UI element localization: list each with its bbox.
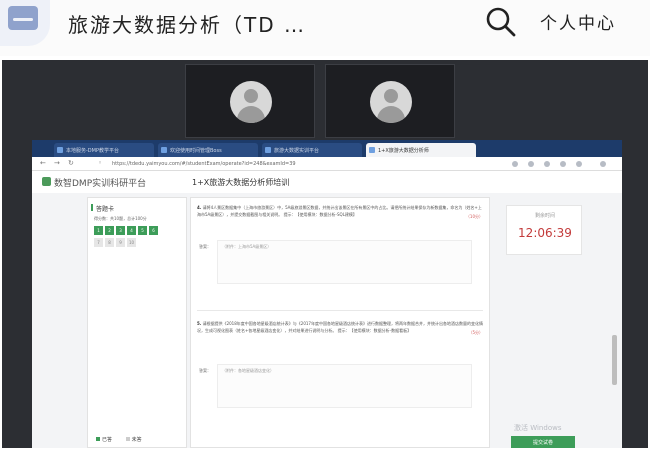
answer-label: 答案：	[199, 244, 211, 249]
question-number-button[interactable]: 3	[116, 226, 125, 235]
exam-title: 1+X旅游大数据分析师培训	[192, 178, 290, 187]
personal-center-link[interactable]: 个人中心	[540, 9, 616, 34]
participant-tile[interactable]	[185, 64, 315, 138]
question-item: 4. 请将4人景区数据集中（上海市旅游景区）中，5A级旅游景区数据，并统计出该景…	[197, 205, 483, 219]
url-field[interactable]: https://tdedu.yaimyou.com/#/studentExam/…	[112, 160, 432, 169]
unanswered-swatch	[125, 437, 130, 441]
video-stage: 本地服务-DMP教学平台 欢迎使用时间管理Boss 旅游大数据实训平台 1+X旅…	[2, 60, 648, 448]
brand-name[interactable]: 数智DMP实训科研平台	[54, 176, 146, 189]
favorites-icon[interactable]	[544, 161, 550, 167]
brand-logo-icon	[42, 177, 51, 186]
answer-card-title: 答题卡	[90, 204, 115, 213]
back-icon[interactable]: ←	[40, 160, 46, 167]
avatar-icon	[230, 81, 272, 123]
question-number-button[interactable]: 6	[149, 226, 158, 235]
question-score: （10分）	[465, 214, 483, 219]
answer-card: 答题卡 得分数：共10题，总计100分 1 2 3 4 5 6 7 8 9 10 已答 未答	[87, 197, 187, 448]
question-item: 5. 请根据提供《2018年度中国各地星级酒店统计表》与《2017年度中国各地星…	[197, 321, 483, 335]
answer-card-summary: 得分数：共10题，总计100分	[94, 216, 147, 221]
windows-watermark: 激活 Windows	[514, 424, 562, 432]
answer-input[interactable]: （附件：各地星级酒店变化）	[217, 364, 472, 408]
collections-icon[interactable]	[560, 161, 566, 167]
app-header: 旅游大数据分析（TD … 个人中心	[0, 0, 650, 56]
participant-tile[interactable]	[325, 64, 455, 138]
countdown-timer: 12:06:39	[518, 226, 572, 240]
browser-tab-active[interactable]: 1+X旅游大数据分析师	[366, 143, 476, 157]
reload-icon[interactable]: ↻	[68, 160, 74, 167]
answer-label: 答案：	[199, 368, 211, 373]
shared-screen: 本地服务-DMP教学平台 欢迎使用时间管理Boss 旅游大数据实训平台 1+X旅…	[32, 140, 622, 448]
question-number-button[interactable]: 2	[105, 226, 114, 235]
question-number-button[interactable]: 8	[105, 238, 114, 247]
page-icon	[369, 147, 375, 153]
menu-icon[interactable]	[600, 161, 606, 167]
answer-legend: 已答 未答	[96, 436, 142, 443]
page-title: 旅游大数据分析（TD …	[68, 13, 306, 37]
submit-button[interactable]: 提交试卷	[511, 436, 575, 448]
question-number-button[interactable]: 7	[94, 238, 103, 247]
page-icon	[57, 147, 63, 153]
page-icon	[265, 147, 271, 153]
page-icon	[161, 147, 167, 153]
lock-icon: ◦	[98, 159, 103, 167]
question-number-button[interactable]: 1	[94, 226, 103, 235]
question-score: （5分）	[468, 330, 483, 335]
divider	[197, 310, 483, 311]
answer-input[interactable]: （附件：上海市5A级景区）	[217, 240, 472, 284]
extension-icon[interactable]	[528, 161, 534, 167]
question-hint: 提示：【使用模块：数据分析-SQL建模】	[283, 212, 357, 217]
question-hint: 提示：【使用模块：数据分析-数据看板】	[337, 328, 412, 333]
question-number-button[interactable]: 5	[138, 226, 147, 235]
timer-panel: 剩余时间 12:06:39	[506, 205, 582, 255]
question-number-button[interactable]: 10	[127, 238, 136, 247]
address-bar: ← → ↻ ◦ https://tdedu.yaimyou.com/#/stud…	[32, 157, 622, 171]
app-logo-icon[interactable]	[0, 0, 50, 46]
profile-icon[interactable]	[576, 161, 582, 167]
browser-tab[interactable]: 旅游大数据实训平台	[262, 143, 362, 157]
question-number-button[interactable]: 9	[116, 238, 125, 247]
avatar-icon	[370, 81, 412, 123]
scrollbar[interactable]	[612, 335, 617, 385]
search-icon[interactable]	[484, 5, 518, 39]
browser-tab[interactable]: 本地服务-DMP教学平台	[54, 143, 154, 157]
browser-tab[interactable]: 欢迎使用时间管理Boss	[158, 143, 258, 157]
answered-swatch	[96, 437, 100, 441]
site-header: 数智DMP实训科研平台 1+X旅游大数据分析师培训	[32, 171, 622, 193]
extension-icon[interactable]	[512, 161, 518, 167]
forward-icon[interactable]: →	[54, 160, 60, 167]
question-number-button[interactable]: 4	[127, 226, 136, 235]
question-panel: 4. 请将4人景区数据集中（上海市旅游景区）中，5A级旅游景区数据，并统计出该景…	[190, 197, 490, 448]
timer-label: 剩余时间	[534, 213, 555, 219]
browser-tab-bar: 本地服务-DMP教学平台 欢迎使用时间管理Boss 旅游大数据实训平台 1+X旅…	[32, 140, 622, 157]
